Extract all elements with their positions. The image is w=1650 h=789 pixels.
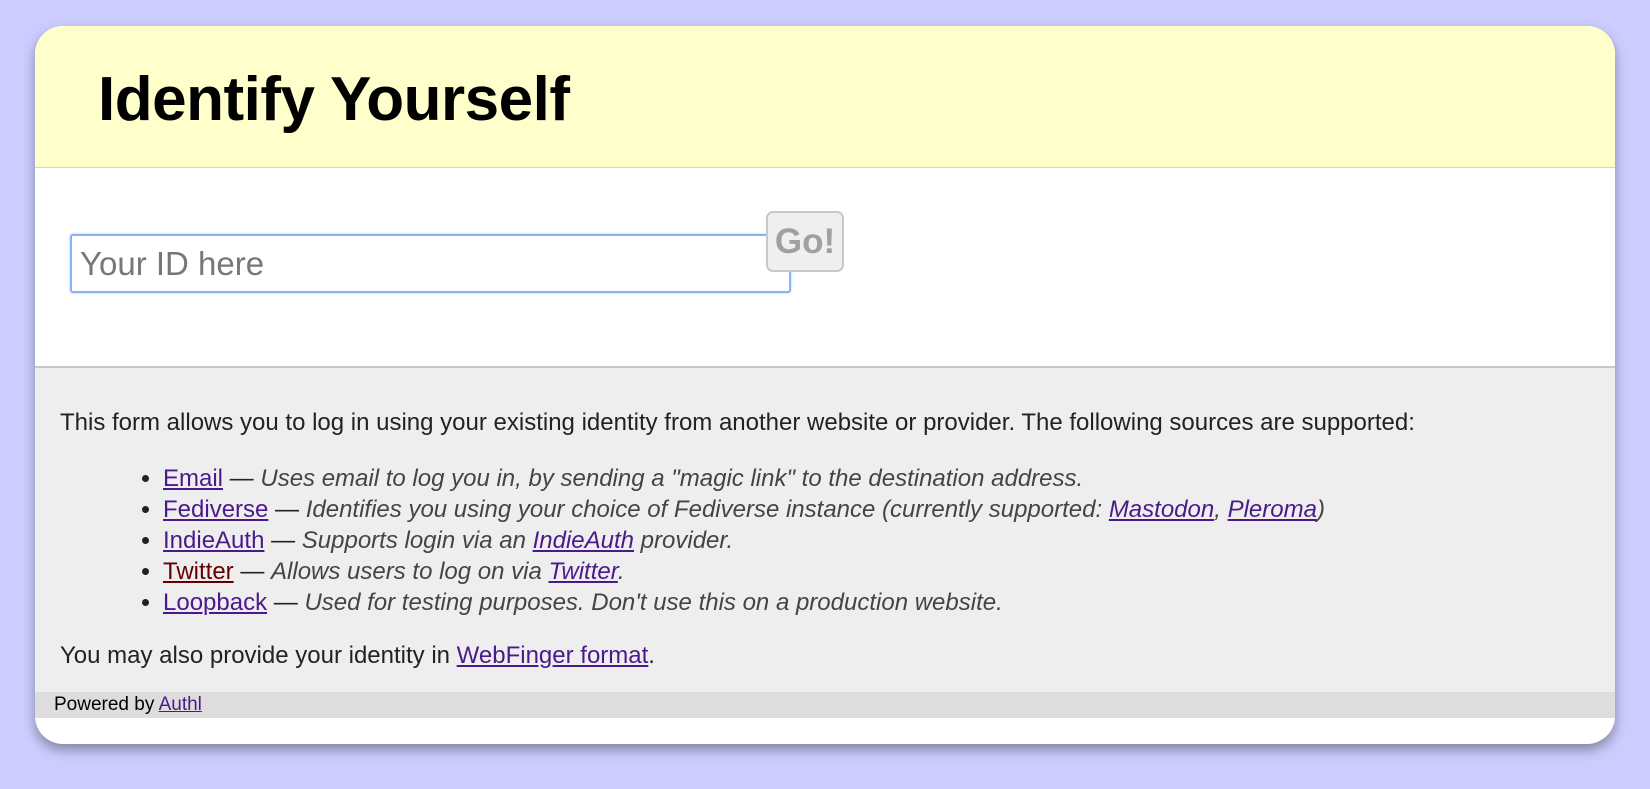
identity-input[interactable]	[70, 234, 791, 293]
twitter-site-link[interactable]: Twitter	[549, 558, 618, 585]
indieauth-description: Supports login via an IndieAuth provider…	[301, 527, 734, 554]
pleroma-link[interactable]: Pleroma	[1228, 496, 1317, 523]
login-card: Identify Yourself This form allows you t…	[35, 26, 1615, 744]
list-item-email: Email — Uses email to log you in, by sen…	[163, 463, 1615, 494]
page-title: Identify Yourself	[98, 65, 570, 134]
email-description: Uses email to log you in, by sending a "…	[260, 465, 1084, 492]
page-header: Identify Yourself	[35, 26, 1615, 168]
twitter-description: Allows users to log on via Twitter.	[271, 558, 625, 585]
email-link[interactable]: Email	[163, 465, 223, 492]
indieauth-link[interactable]: IndieAuth	[163, 527, 264, 554]
intro-text: This form allows you to log in using you…	[60, 409, 1415, 436]
go-button[interactable]: Go!	[766, 211, 844, 272]
mastodon-link[interactable]: Mastodon	[1109, 496, 1214, 523]
twitter-link[interactable]: Twitter	[163, 558, 234, 585]
fediverse-description: Identifies you using your choice of Fedi…	[305, 496, 1325, 523]
authl-link[interactable]: Authl	[159, 694, 202, 715]
loopback-link[interactable]: Loopback	[163, 589, 267, 616]
indieauth-provider-link[interactable]: IndieAuth	[533, 527, 634, 554]
powered-by-text: Powered by	[54, 694, 159, 715]
list-item-loopback: Loopback — Used for testing purposes. Do…	[163, 587, 1615, 618]
webfinger-text: You may also provide your identity in We…	[60, 642, 655, 669]
list-item-twitter: Twitter — Allows users to log on via Twi…	[163, 556, 1615, 587]
fediverse-link[interactable]: Fediverse	[163, 496, 268, 523]
info-section: This form allows you to log in using you…	[35, 368, 1615, 718]
source-list: Email — Uses email to log you in, by sen…	[60, 463, 1615, 618]
list-item-fediverse: Fediverse — Identifies you using your ch…	[163, 494, 1615, 525]
footer: Powered by Authl	[35, 692, 1615, 718]
webfinger-link[interactable]: WebFinger format	[457, 642, 649, 669]
loopback-description: Used for testing purposes. Don't use thi…	[304, 589, 1003, 616]
list-item-indieauth: IndieAuth — Supports login via an IndieA…	[163, 525, 1615, 556]
